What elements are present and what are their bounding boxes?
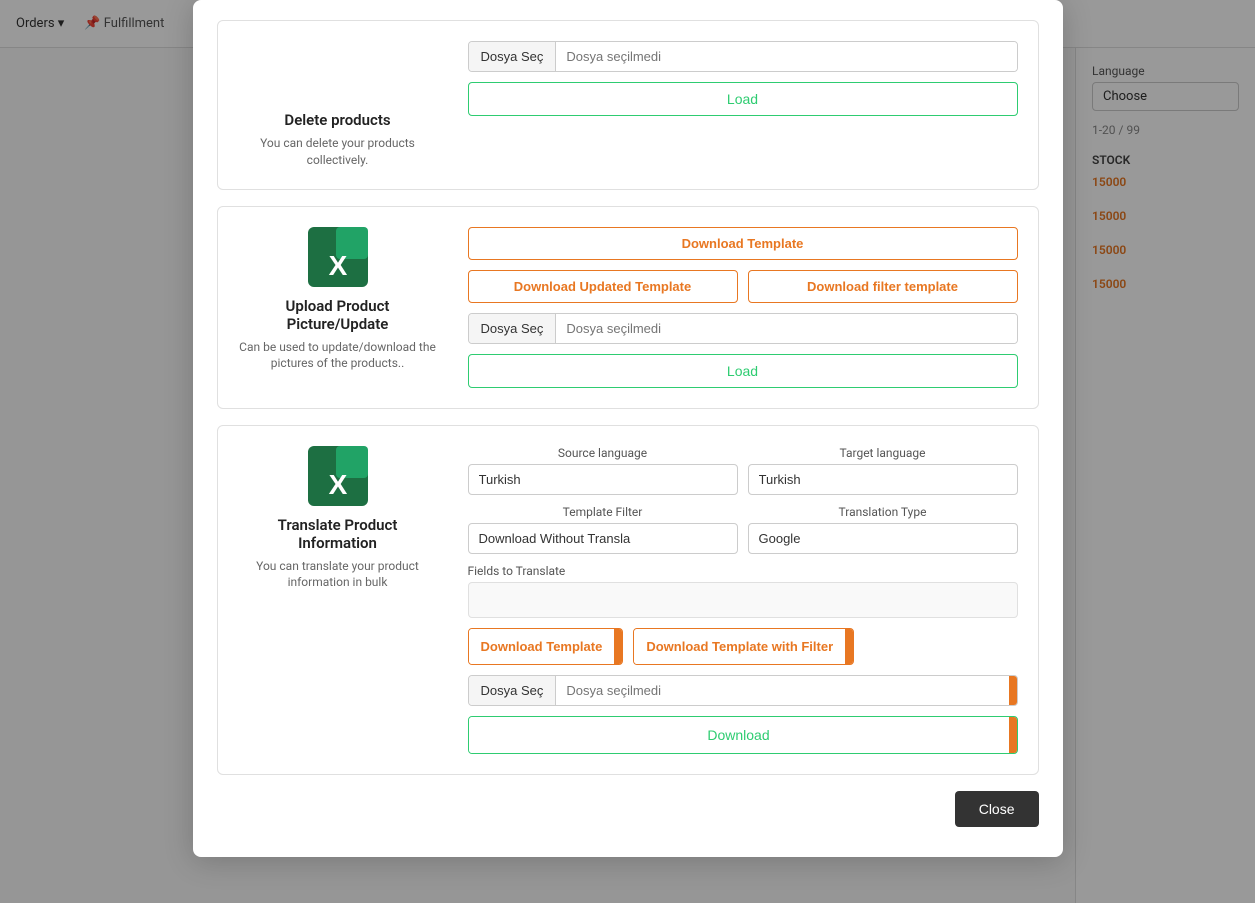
template-filter-group: Template Filter (468, 505, 738, 554)
section-delete-spacer (308, 41, 368, 101)
section-upload-picture: X Upload Product Picture/Update Can be u… (217, 206, 1039, 409)
section-delete-left: Delete products You can delete your prod… (238, 41, 438, 169)
template-filter-input[interactable] (468, 523, 738, 554)
modal-footer: Close (217, 791, 1039, 827)
section-delete-products: Delete products You can delete your prod… (217, 20, 1039, 190)
section-translate-title: Translate Product Information (238, 516, 438, 552)
source-language-label: Source language (468, 446, 738, 460)
upload-file-choose-btn[interactable]: Dosya Seç (469, 314, 557, 343)
section-translate-left: X Translate Product Information You can … (238, 446, 438, 592)
delete-load-btn[interactable]: Load (468, 82, 1018, 116)
upload-file-name (556, 314, 1016, 343)
modal-backdrop: Delete products You can delete your prod… (0, 0, 1255, 903)
excel-icon: X (308, 227, 368, 287)
section-translate-desc: You can translate your product informati… (238, 558, 438, 592)
translate-download-filter-btn[interactable]: Download Template with Filter (634, 629, 845, 664)
section-translate: X Translate Product Information You can … (217, 425, 1039, 775)
close-button[interactable]: Close (955, 791, 1039, 827)
section-upload-right: Download Template Download Updated Templ… (468, 227, 1018, 388)
target-language-group: Target language (748, 446, 1018, 495)
fields-to-translate-label: Fields to Translate (468, 564, 1018, 578)
translate-download-accent (1009, 717, 1017, 753)
translate-filter-row: Template Filter Translation Type (468, 505, 1018, 554)
translate-download-template-btn[interactable]: Download Template (469, 629, 615, 664)
upload-file-input-row: Dosya Seç (468, 313, 1018, 344)
section-upload-desc: Can be used to update/download the pictu… (238, 339, 438, 373)
fields-to-translate-input[interactable] (468, 582, 1018, 618)
section-delete-desc: You can delete your products collectivel… (238, 135, 438, 169)
translate-download-template-btn-wrapper: Download Template (468, 628, 624, 665)
translation-type-group: Translation Type (748, 505, 1018, 554)
template-filter-label: Template Filter (468, 505, 738, 519)
translate-download-template-accent (614, 629, 622, 664)
upload-load-btn[interactable]: Load (468, 354, 1018, 388)
section-upload-title: Upload Product Picture/Update (238, 297, 438, 333)
delete-file-name (556, 42, 1016, 71)
translate-excel-icon: X (308, 446, 368, 506)
source-language-group: Source language (468, 446, 738, 495)
delete-file-choose-btn[interactable]: Dosya Seç (469, 42, 557, 71)
section-translate-right: Source language Target language Template… (468, 446, 1018, 754)
upload-download-template-btn[interactable]: Download Template (468, 227, 1018, 260)
translate-download-btn-row: Download Template Download Template with… (468, 628, 1018, 665)
translate-file-accent (1009, 676, 1017, 705)
translate-download-btn-wrapper: Download (468, 716, 1018, 754)
translate-file-name (556, 676, 1008, 705)
translate-file-choose-btn[interactable]: Dosya Seç (469, 676, 557, 705)
section-delete-title: Delete products (284, 111, 390, 129)
translate-lang-row: Source language Target language (468, 446, 1018, 495)
upload-btn-row: Download Updated Template Download filte… (468, 270, 1018, 303)
source-language-input[interactable] (468, 464, 738, 495)
modal-container: Delete products You can delete your prod… (193, 0, 1063, 857)
target-language-input[interactable] (748, 464, 1018, 495)
translate-download-filter-btn-wrapper: Download Template with Filter (633, 628, 854, 665)
translate-file-input-row: Dosya Seç (468, 675, 1018, 706)
svg-text:X: X (328, 469, 347, 500)
section-delete-right: Dosya Seç Load (468, 41, 1018, 116)
translation-type-label: Translation Type (748, 505, 1018, 519)
fields-to-translate-group: Fields to Translate (468, 564, 1018, 618)
upload-download-filter-btn[interactable]: Download filter template (748, 270, 1018, 303)
section-upload-left: X Upload Product Picture/Update Can be u… (238, 227, 438, 373)
translate-download-filter-accent (845, 629, 853, 664)
translate-download-btn[interactable]: Download (469, 717, 1009, 753)
svg-text:X: X (328, 250, 347, 281)
translation-type-input[interactable] (748, 523, 1018, 554)
upload-download-updated-btn[interactable]: Download Updated Template (468, 270, 738, 303)
delete-file-input-row: Dosya Seç (468, 41, 1018, 72)
target-language-label: Target language (748, 446, 1018, 460)
